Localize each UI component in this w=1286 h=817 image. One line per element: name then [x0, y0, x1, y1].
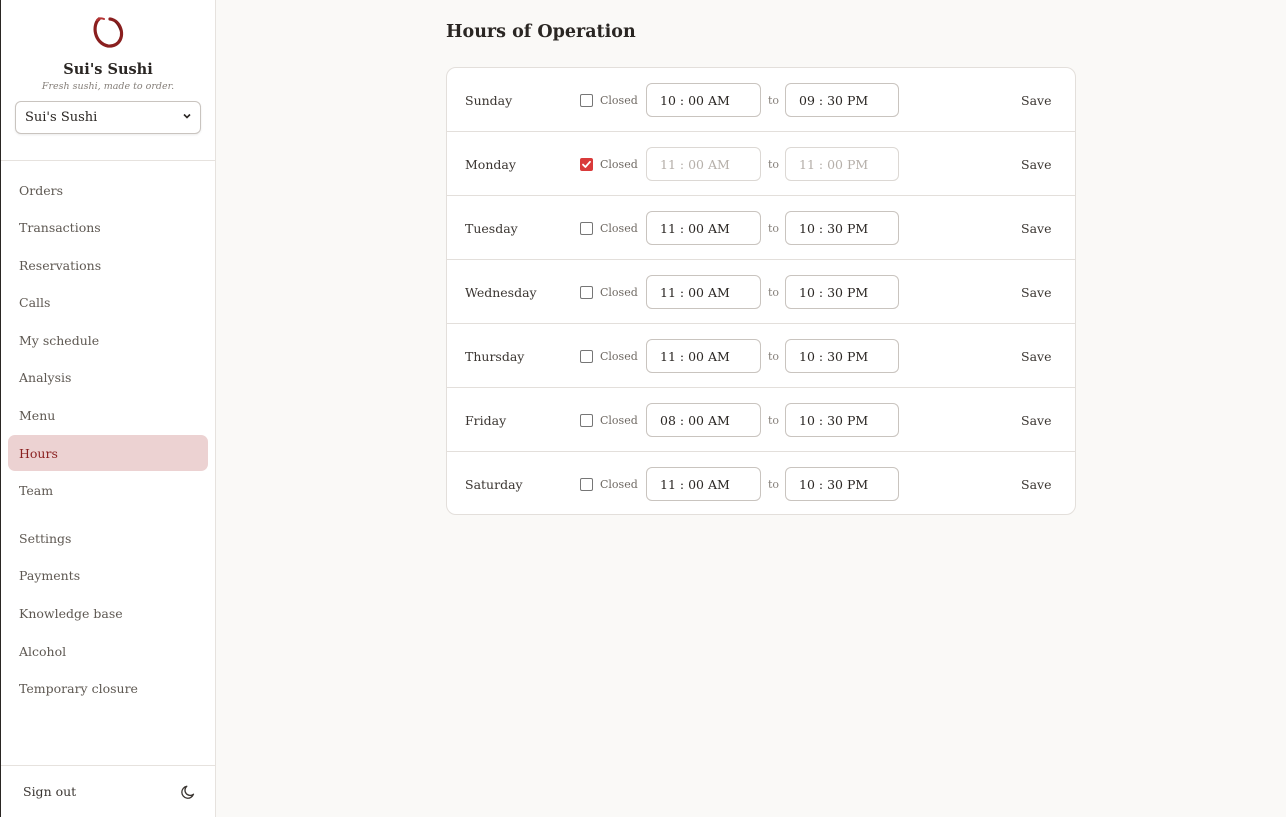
save-button[interactable]: Save	[1021, 260, 1051, 324]
closed-label: Closed	[600, 221, 638, 235]
closed-toggle: Closed	[580, 68, 638, 132]
close-time-input[interactable]: 10 : 30 PM	[785, 275, 899, 309]
to-label: to	[768, 413, 780, 427]
closed-checkbox[interactable]	[580, 349, 593, 363]
sidebar-item-menu[interactable]: Menu	[8, 398, 208, 434]
closed-checkbox[interactable]	[580, 285, 593, 299]
day-name: Sunday	[465, 92, 513, 108]
to-label: to	[768, 285, 780, 299]
open-time-input[interactable]: 11 : 00 AM	[646, 275, 761, 309]
brand-header: Sui's Sushi Fresh sushi, made to order. …	[1, 0, 215, 161]
closed-label: Closed	[600, 349, 638, 363]
save-button[interactable]: Save	[1021, 324, 1051, 388]
check-icon	[582, 160, 591, 168]
open-time-input[interactable]: 08 : 00 AM	[646, 403, 761, 437]
to-label: to	[768, 93, 780, 107]
hours-row-tuesday: Tuesday Closed 11 : 00 AM to 10 : 30 PM Save	[447, 196, 1075, 260]
to-label: to	[768, 221, 780, 235]
closed-label: Closed	[600, 157, 638, 171]
close-time-input[interactable]: 10 : 30 PM	[785, 211, 899, 245]
close-time-input[interactable]: 09 : 30 PM	[785, 83, 899, 117]
closed-checkbox[interactable]	[580, 221, 593, 235]
day-name: Saturday	[465, 476, 523, 492]
day-name: Tuesday	[465, 220, 518, 236]
sidebar-item-orders[interactable]: Orders	[8, 172, 208, 208]
sidebar-item-alcohol[interactable]: Alcohol	[8, 633, 208, 669]
closed-toggle: Closed	[580, 260, 638, 324]
close-time-input[interactable]: 10 : 30 PM	[785, 403, 899, 437]
open-time-input[interactable]: 11 : 00 AM	[646, 467, 761, 501]
sidebar-item-reservations[interactable]: Reservations	[8, 247, 208, 283]
closed-checkbox[interactable]	[580, 413, 593, 427]
hours-row-friday: Friday Closed 08 : 00 AM to 10 : 30 PM Save	[447, 388, 1075, 452]
day-name: Friday	[465, 412, 507, 428]
day-name: Thursday	[465, 348, 525, 364]
closed-toggle: Closed	[580, 324, 638, 388]
closed-label: Closed	[600, 93, 638, 107]
closed-label: Closed	[600, 285, 638, 299]
save-button[interactable]: Save	[1021, 388, 1051, 452]
closed-toggle: Closed	[580, 452, 638, 514]
open-time-input[interactable]: 11 : 00 AM	[646, 211, 761, 245]
sign-out-button[interactable]: Sign out	[23, 784, 76, 799]
open-time-input[interactable]: 10 : 00 AM	[646, 83, 761, 117]
to-label: to	[768, 477, 780, 491]
sidebar-item-my-schedule[interactable]: My schedule	[8, 322, 208, 358]
close-time-input[interactable]: 10 : 30 PM	[785, 339, 899, 373]
hours-row-wednesday: Wednesday Closed 11 : 00 AM to 10 : 30 PM Sav…	[447, 260, 1075, 324]
open-time-input[interactable]: 11 : 00 AM	[646, 147, 761, 181]
sidebar-item-transactions[interactable]: Transactions	[8, 210, 208, 246]
day-name: Wednesday	[465, 284, 537, 300]
sidebar-item-temporary-closure[interactable]: Temporary closure	[8, 671, 208, 707]
hours-row-sunday: Sunday Closed 10 : 00 AM to 09 : 30 PM Save	[447, 68, 1075, 132]
sidebar-footer: Sign out	[1, 765, 215, 817]
closed-toggle: Closed	[580, 132, 638, 196]
hours-card: Sunday Closed 10 : 00 AM to 09 : 30 PM Save Mo…	[446, 67, 1076, 515]
sidebar-item-hours[interactable]: Hours	[8, 435, 208, 472]
chevron-down-icon	[182, 110, 192, 125]
logo-icon	[89, 13, 127, 51]
moon-icon[interactable]	[180, 784, 196, 800]
closed-label: Closed	[600, 477, 638, 491]
closed-toggle: Closed	[580, 388, 638, 452]
closed-label: Closed	[600, 413, 638, 427]
sidebar: Sui's Sushi Fresh sushi, made to order. …	[0, 0, 216, 817]
sidebar-item-team[interactable]: Team	[8, 473, 208, 509]
sidebar-item-calls[interactable]: Calls	[8, 285, 208, 321]
brand-tagline: Fresh sushi, made to order.	[41, 81, 175, 92]
hours-row-monday: Monday Closed 11 : 00 AM to 11 : 00 PM Save	[447, 132, 1075, 196]
sidebar-item-payments[interactable]: Payments	[8, 558, 208, 594]
closed-checkbox[interactable]	[580, 157, 593, 171]
day-name: Monday	[465, 156, 516, 172]
close-time-input[interactable]: 10 : 30 PM	[785, 467, 899, 501]
closed-toggle: Closed	[580, 196, 638, 260]
closed-checkbox[interactable]	[580, 477, 593, 491]
to-label: to	[768, 349, 780, 363]
restaurant-select[interactable]: Sui's Sushi	[15, 101, 201, 134]
brand-name: Sui's Sushi	[63, 61, 153, 78]
sidebar-item-settings[interactable]: Settings	[8, 520, 208, 556]
hours-row-thursday: Thursday Closed 11 : 00 AM to 10 : 30 PM Save	[447, 324, 1075, 388]
restaurant-select-value: Sui's Sushi	[25, 110, 98, 125]
hours-row-saturday: Saturday Closed 11 : 00 AM to 10 : 30 PM Save	[447, 452, 1075, 514]
to-label: to	[768, 157, 780, 171]
close-time-input[interactable]: 11 : 00 PM	[785, 147, 899, 181]
save-button[interactable]: Save	[1021, 196, 1051, 260]
open-time-input[interactable]: 11 : 00 AM	[646, 339, 761, 373]
sidebar-item-knowledge-base[interactable]: Knowledge base	[8, 596, 208, 632]
page-title: Hours of Operation	[446, 22, 636, 42]
sidebar-nav: Orders Transactions Reservations Calls M…	[1, 161, 215, 707]
closed-checkbox[interactable]	[580, 93, 593, 107]
save-button[interactable]: Save	[1021, 452, 1051, 514]
sidebar-item-analysis[interactable]: Analysis	[8, 360, 208, 396]
save-button[interactable]: Save	[1021, 68, 1051, 132]
save-button[interactable]: Save	[1021, 132, 1051, 196]
